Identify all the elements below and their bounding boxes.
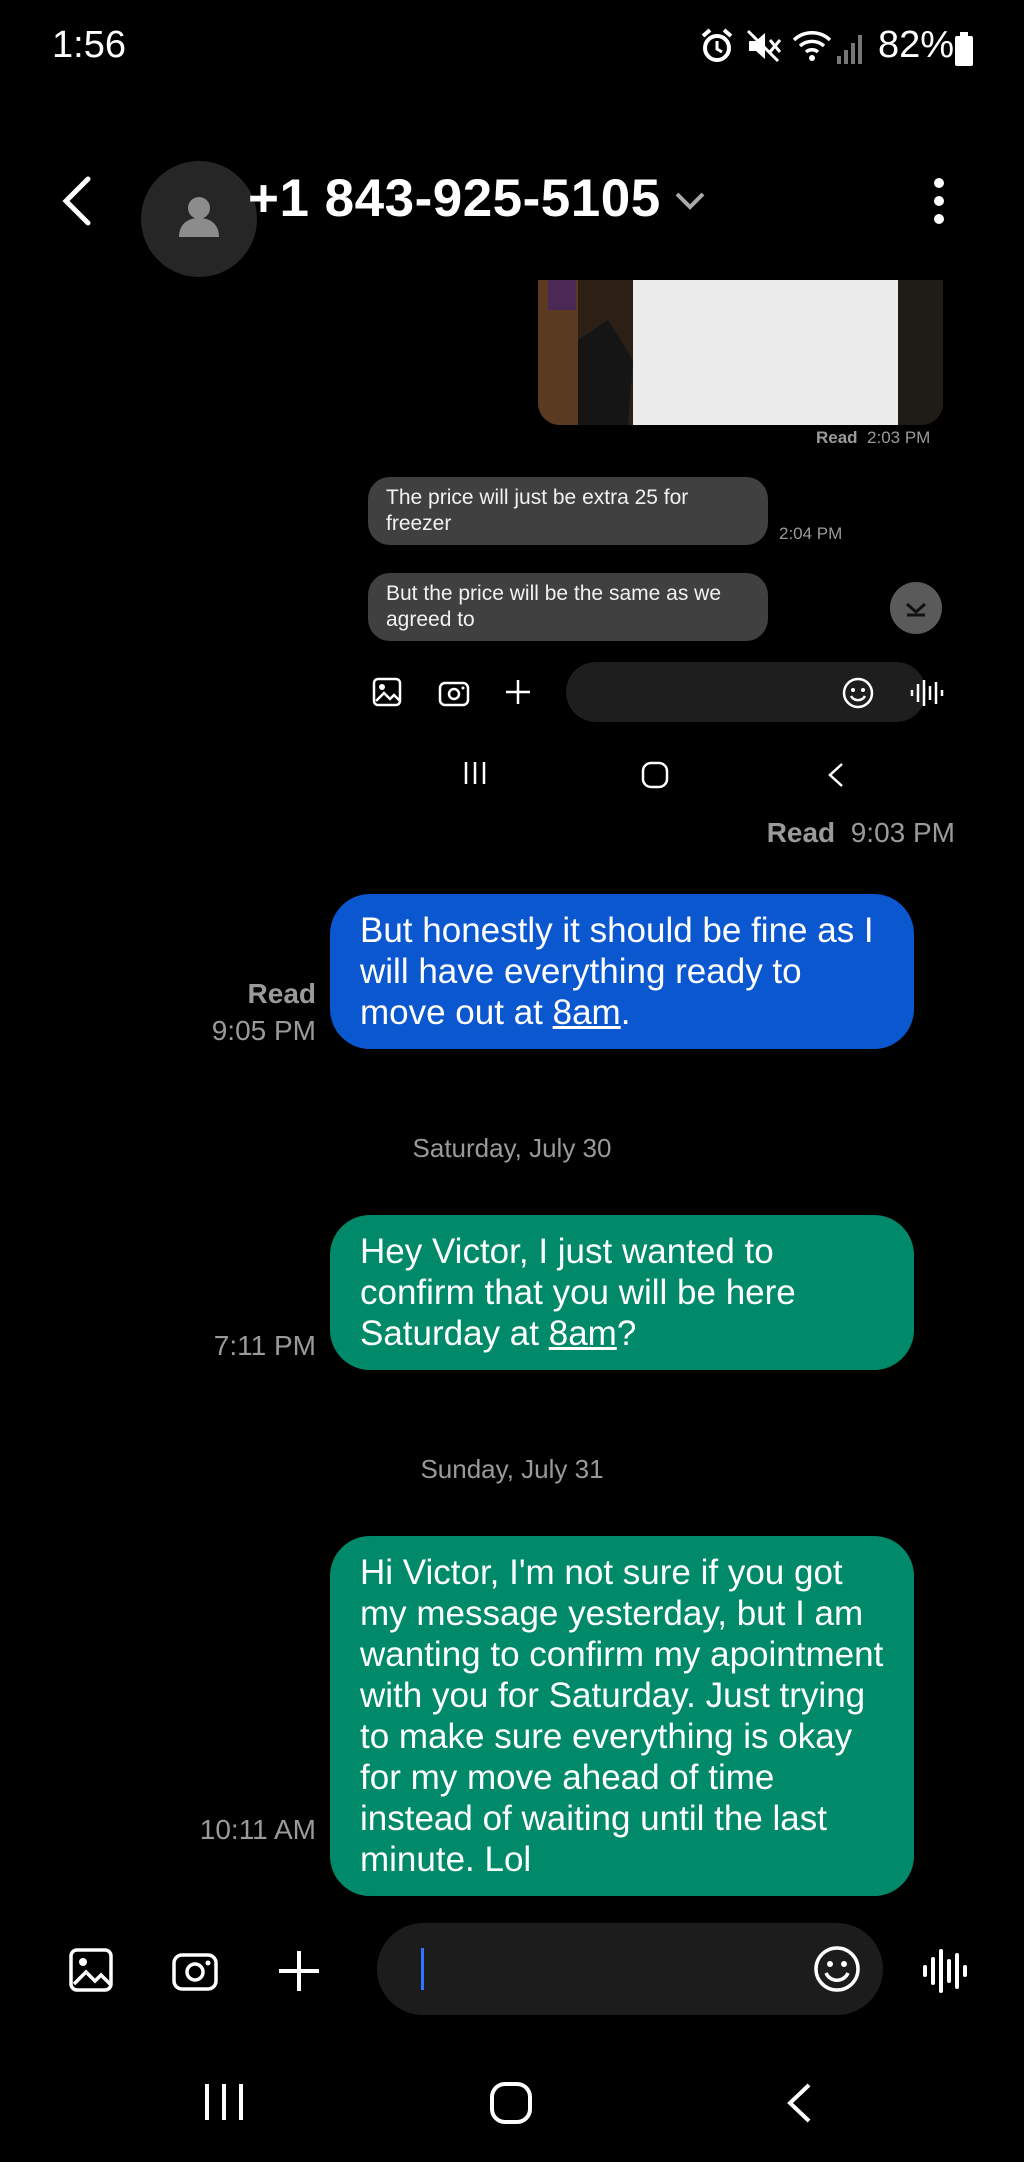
more-options-icon[interactable] [927,178,951,224]
nav-home-icon[interactable] [641,761,669,789]
message-bubble[interactable]: But the price will be the same as we agr… [368,573,768,641]
sent-message[interactable]: Hey Victor, I just wanted to confirm tha… [330,1215,914,1370]
date-separator: Sunday, July 31 [420,1454,604,1484]
nav-back-icon[interactable] [826,762,846,788]
message-bubble[interactable]: The price will just be extra 25 for free… [368,477,768,545]
battery-icon [954,32,974,66]
text-cursor [421,1948,424,1990]
attached-photo[interactable] [538,280,943,425]
person-icon [179,197,219,237]
voice-record-icon[interactable] [922,1949,970,1993]
camera-icon[interactable] [171,1948,219,1992]
mute-icon [746,29,782,63]
avatar[interactable] [141,161,257,277]
message-time: 7:11 PM [213,1330,316,1361]
time-link[interactable]: 8am [549,1314,617,1353]
message-meta: Read 9:05 PM [211,978,316,1046]
back-button[interactable] [60,176,96,226]
chevron-down-icon [906,602,926,617]
gallery-icon[interactable] [68,1947,114,1993]
message-input[interactable] [377,1923,883,2015]
nav-recents-icon[interactable] [202,2082,246,2122]
scroll-down-button[interactable] [890,582,942,634]
battery-percent: 82% [878,24,955,66]
emoji-icon[interactable] [842,677,874,709]
attach-plus-icon[interactable] [277,1949,321,1993]
read-status: Read 9:03 PM [766,817,955,848]
gallery-icon[interactable] [372,677,402,707]
photo-read-status: Read 2:03 PM [816,428,931,447]
chevron-down-icon[interactable] [674,190,706,212]
nav-recents-icon[interactable] [462,760,488,786]
voice-icon[interactable] [910,678,944,708]
nav-back-icon[interactable] [784,2082,814,2124]
nav-home-icon[interactable] [489,2081,533,2125]
message-time: 10:11 AM [199,1814,316,1845]
status-time: 1:56 [52,24,126,66]
plus-icon[interactable] [504,678,532,706]
wifi-icon [792,28,832,64]
time-link[interactable]: 8am [553,993,621,1032]
date-separator: Saturday, July 30 [412,1133,612,1163]
message-time: 2:04 PM [779,524,843,543]
contact-name[interactable]: +1 843-925-5105 [248,168,661,229]
sent-message[interactable]: Hi Victor, I'm not sure if you got my me… [330,1536,914,1896]
emoji-icon[interactable] [813,1945,861,1993]
camera-icon[interactable] [438,678,470,708]
alarm-icon [700,28,734,64]
signal-icon [836,32,866,64]
sent-message[interactable]: But honestly it should be fine as I will… [330,894,914,1049]
